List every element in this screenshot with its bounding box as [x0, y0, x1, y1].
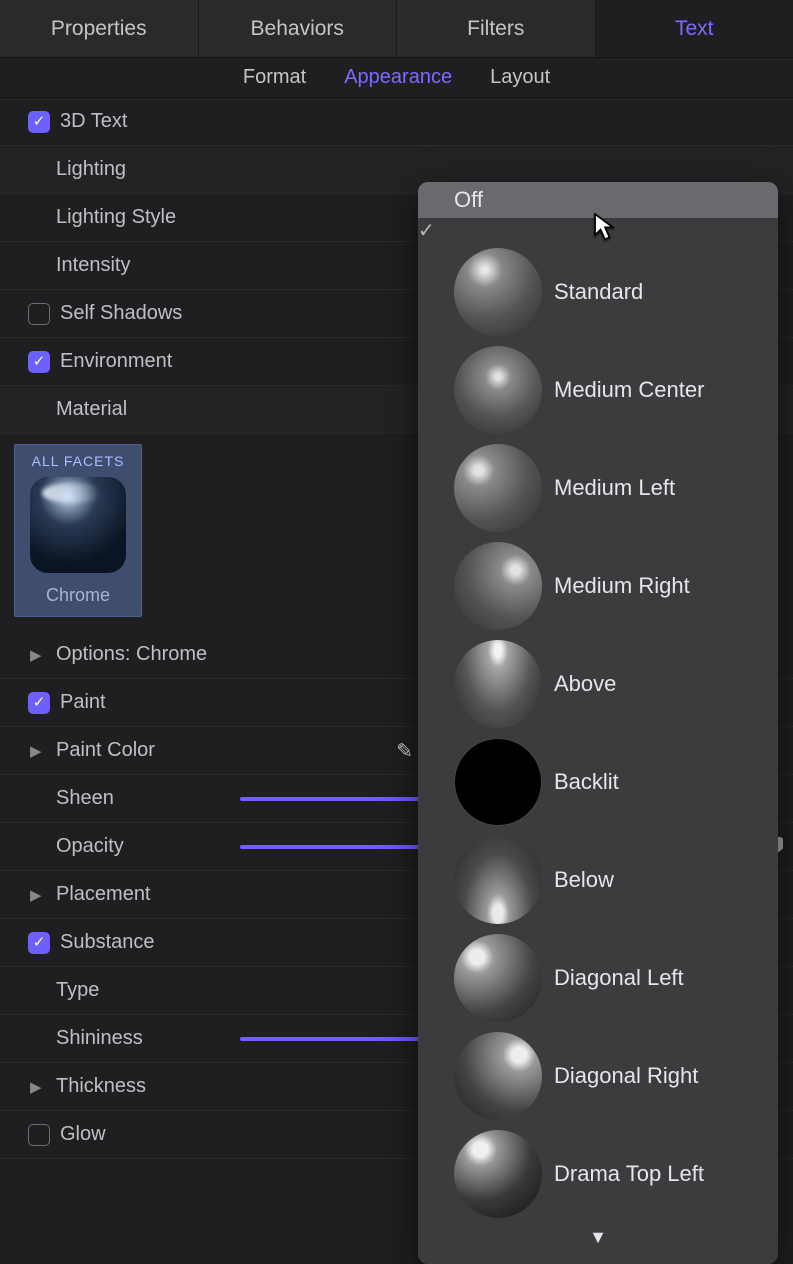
popup-item-label: Drama Top Left [554, 1161, 704, 1187]
popup-item-mc[interactable]: Medium Center [418, 341, 778, 439]
label-self-shadows: Self Shadows [60, 302, 182, 325]
checkbox-3d-text[interactable]: ✓ [28, 111, 50, 133]
tab-properties[interactable]: Properties [0, 0, 199, 57]
lighting-preview-sphere [454, 1032, 542, 1120]
popup-item-label: Below [554, 867, 614, 893]
label-options-chrome: Options: Chrome [56, 643, 207, 666]
lighting-preview-sphere [454, 738, 542, 826]
lighting-preview-sphere [454, 248, 542, 336]
label-substance: Substance [60, 931, 155, 954]
material-thumbnail [30, 477, 126, 573]
text-subtabs: Format Appearance Layout [0, 58, 793, 98]
checkbox-self-shadows[interactable] [28, 303, 50, 325]
popup-item-label: Medium Left [554, 475, 675, 501]
checkbox-substance[interactable]: ✓ [28, 932, 50, 954]
lighting-preview-sphere [454, 934, 542, 1022]
popup-item-label: Off [454, 187, 483, 213]
label-environment: Environment [60, 350, 172, 373]
tab-behaviors[interactable]: Behaviors [199, 0, 398, 57]
check-icon: ✓ [33, 695, 46, 710]
label-paint: Paint [60, 691, 106, 714]
material-facets-button[interactable]: ALL FACETS Chrome [14, 444, 142, 617]
tab-filters[interactable]: Filters [397, 0, 596, 57]
disclosure-icon: ▶ [30, 1078, 42, 1096]
label-intensity: Intensity [56, 254, 130, 277]
popup-item-dl[interactable]: Diagonal Left [418, 929, 778, 1027]
checkbox-glow[interactable] [28, 1124, 50, 1146]
popup-item-below[interactable]: Below [418, 831, 778, 929]
label-lighting: Lighting [56, 158, 126, 181]
lighting-preview-sphere [454, 346, 542, 434]
row-3d-text: ✓ 3D Text [0, 98, 793, 146]
popup-item-off[interactable]: Off [418, 182, 778, 218]
lighting-preview-sphere [454, 1130, 542, 1218]
label-sheen: Sheen [56, 787, 114, 810]
eyedropper-icon[interactable]: ✎ [396, 738, 413, 763]
subtab-layout[interactable]: Layout [490, 66, 550, 89]
inspector-tabs: Properties Behaviors Filters Text [0, 0, 793, 58]
disclosure-icon: ▶ [30, 742, 42, 760]
popup-scroll-down-icon[interactable]: ▼ [418, 1223, 778, 1254]
subtab-appearance[interactable]: Appearance [344, 66, 452, 89]
popup-item-dtl[interactable]: Drama Top Left [418, 1125, 778, 1223]
popup-item-ml[interactable]: Medium Left [418, 439, 778, 537]
disclosure-icon: ▶ [30, 886, 42, 904]
popup-item-dr[interactable]: Diagonal Right [418, 1027, 778, 1125]
disclosure-icon: ▶ [30, 646, 42, 664]
popup-item-label: Backlit [554, 769, 619, 795]
lighting-preview-sphere [454, 444, 542, 532]
label-type: Type [56, 979, 99, 1002]
popup-item-label: Above [554, 671, 616, 697]
popup-item-label: Standard [554, 279, 643, 305]
check-icon: ✓ [33, 114, 46, 129]
label-all-facets: ALL FACETS [32, 453, 125, 469]
popup-item-label: Diagonal Left [554, 965, 684, 991]
popup-item-label: Medium Right [554, 573, 690, 599]
lighting-preview-sphere [454, 542, 542, 630]
popup-item-standard[interactable]: Standard [418, 243, 778, 341]
lighting-style-popup: Off ✓ Standard Medium Center Medium Left Med… [418, 182, 778, 1264]
popup-item-label: Diagonal Right [554, 1063, 698, 1089]
check-icon: ✓ [33, 935, 46, 950]
label-paint-color: Paint Color [56, 739, 155, 762]
label-thickness: Thickness [56, 1075, 146, 1098]
checkbox-paint[interactable]: ✓ [28, 692, 50, 714]
label-glow: Glow [60, 1123, 106, 1146]
label-placement: Placement [56, 883, 151, 906]
label-3d-text: 3D Text [60, 110, 127, 133]
popup-item-backlit[interactable]: Backlit [418, 733, 778, 831]
lighting-preview-sphere [454, 836, 542, 924]
label-material: Material [56, 398, 127, 421]
tab-text[interactable]: Text [596, 0, 793, 57]
label-lighting-style: Lighting Style [56, 206, 176, 229]
check-icon: ✓ [418, 220, 435, 242]
check-icon: ✓ [33, 354, 46, 369]
lighting-preview-sphere [454, 640, 542, 728]
subtab-format[interactable]: Format [243, 66, 306, 89]
popup-item-label: Medium Center [554, 377, 704, 403]
popup-item-mr[interactable]: Medium Right [418, 537, 778, 635]
checkbox-environment[interactable]: ✓ [28, 351, 50, 373]
popup-item-above[interactable]: Above [418, 635, 778, 733]
label-opacity: Opacity [56, 835, 124, 858]
label-shininess: Shininess [56, 1027, 143, 1050]
material-name: Chrome [46, 585, 110, 606]
